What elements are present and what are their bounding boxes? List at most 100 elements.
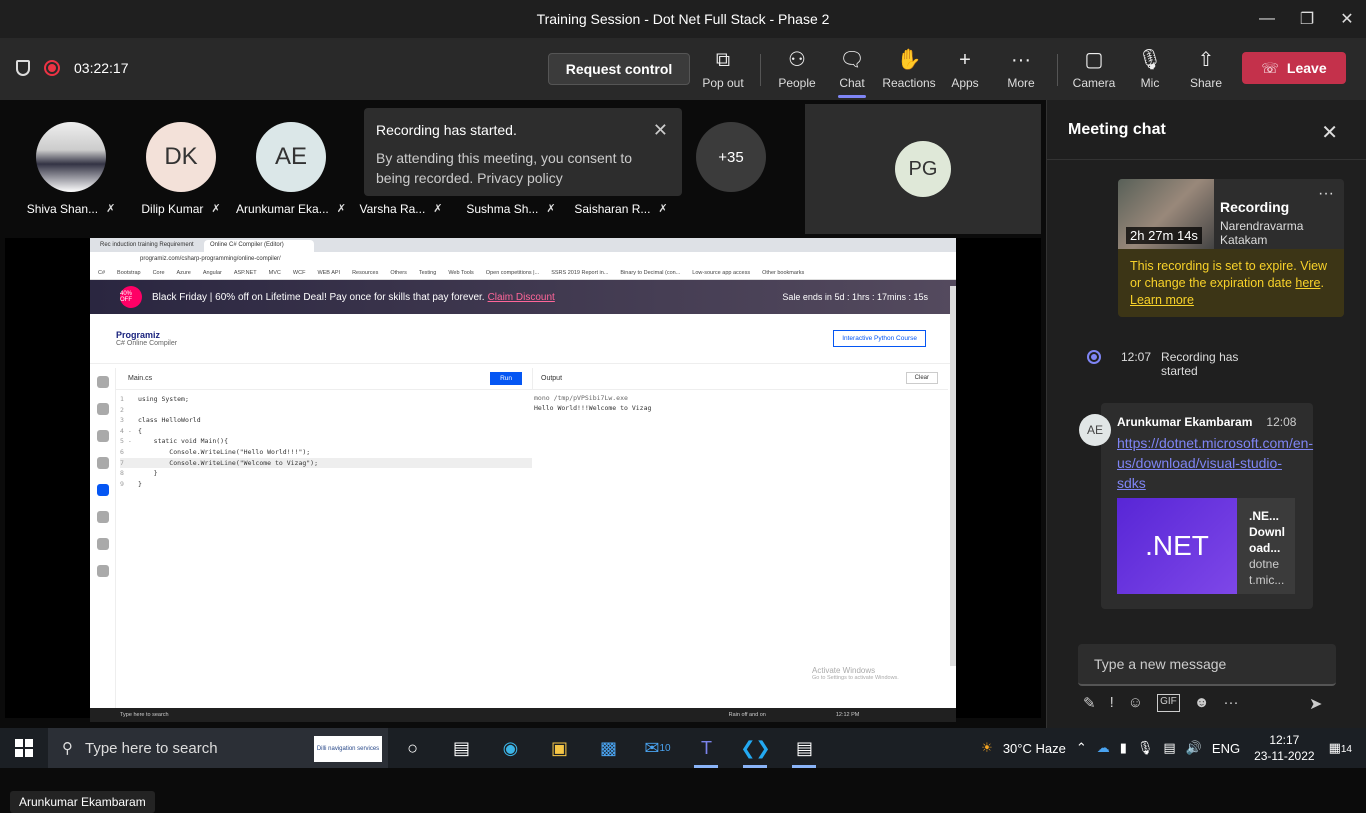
- participant-tile[interactable]: Varsha Ra... ✗: [346, 202, 456, 216]
- clock[interactable]: 12:17 23-11-2022: [1254, 732, 1315, 764]
- bookmark: ASP.NET: [233, 269, 257, 276]
- compose-toolbar: ✎ ! ☺ GIF ☻ ···: [1083, 694, 1239, 712]
- meeting-stage: Shiva Shan... ✗ DK Dilip Kumar ✗ AE Arunku…: [0, 100, 1046, 813]
- language-indicator[interactable]: ENG: [1212, 741, 1240, 756]
- participant-name: Shiva Shan...: [26, 202, 99, 216]
- language-sidebar: [90, 368, 116, 708]
- file-explorer-icon[interactable]: ▣: [535, 728, 584, 768]
- emoji-icon[interactable]: ☺: [1128, 694, 1143, 712]
- code-line: 3 class HelloWorld: [120, 415, 532, 426]
- pop-out-button[interactable]: ⧉ Pop out: [695, 48, 751, 94]
- editor-header: Main.cs Run: [116, 368, 532, 390]
- mic-muted-icon: ✗: [211, 203, 221, 215]
- output-line: Hello World!!!Welcome to Vizag: [534, 403, 652, 412]
- more-participants-button[interactable]: +35: [696, 122, 766, 192]
- send-icon[interactable]: ➤: [1309, 694, 1322, 714]
- code-text: Console.WriteLine("Hello World!!!");: [138, 447, 311, 456]
- leave-button[interactable]: ☏ Leave: [1242, 52, 1346, 84]
- volume-icon[interactable]: 🔊: [1186, 740, 1202, 756]
- participant-tile[interactable]: Sushma Sh... ✗: [456, 202, 566, 216]
- notification-count: 14: [1340, 744, 1352, 755]
- course-button: Interactive Python Course: [833, 330, 926, 347]
- share-button[interactable]: ⇧ Share: [1178, 48, 1234, 94]
- recording-toast: Recording has started. By attending this…: [364, 108, 682, 196]
- close-icon[interactable]: ✕: [1324, 0, 1366, 38]
- browser-tab: Online C# Compiler (Editor): [204, 240, 314, 252]
- expire-here-link[interactable]: here: [1295, 276, 1320, 290]
- clock-time: 12:17: [1269, 733, 1300, 747]
- network-icon[interactable]: ▤: [1163, 740, 1175, 756]
- message-input[interactable]: Type a new message: [1078, 644, 1336, 686]
- sql-icon: [96, 538, 109, 550]
- mic-muted-icon: ✗: [658, 203, 668, 215]
- java-icon: [96, 457, 109, 469]
- participant-tile[interactable]: AE Arunkumar Eka... ✗: [236, 122, 346, 216]
- more-button[interactable]: ··· More: [993, 48, 1049, 94]
- message-link[interactable]: https://dotnet.microsoft.com/en-us/downl…: [1117, 433, 1313, 493]
- cortana-icon[interactable]: ○: [388, 728, 437, 768]
- chat-button[interactable]: 🗨 Chat: [824, 48, 880, 98]
- start-button[interactable]: [0, 728, 48, 768]
- mic-button[interactable]: 🎙 Mic: [1122, 48, 1178, 94]
- reactions-button[interactable]: ✋ Reactions: [880, 48, 938, 94]
- close-icon[interactable]: ✕: [1321, 120, 1338, 145]
- vscode-icon[interactable]: ❮❯: [731, 728, 780, 768]
- learn-more-link[interactable]: Learn more: [1130, 293, 1194, 307]
- code-line: 9}: [120, 479, 532, 490]
- code-text: }: [138, 479, 142, 488]
- bookmark: Binary to Decimal (con...: [620, 269, 681, 276]
- battery-icon[interactable]: ▮: [1120, 740, 1127, 756]
- important-icon[interactable]: !: [1110, 694, 1114, 712]
- discount-badge: 40% OFF: [120, 286, 142, 308]
- participant-tile[interactable]: DK Dilip Kumar ✗: [126, 122, 236, 216]
- teams-icon[interactable]: T: [682, 728, 731, 768]
- line-number: 5 -: [120, 437, 132, 446]
- sale-timer: Sale ends in 5d : 1hrs : 17mins : 15s: [782, 292, 928, 302]
- weather-text[interactable]: 30°C Haze: [1003, 741, 1066, 756]
- recording-card[interactable]: 2h 27m 14s Recording Narendravarma Katak…: [1118, 179, 1344, 317]
- camera-off-icon: ▢: [1084, 49, 1104, 71]
- participant-tile[interactable]: Saisharan R... ✗: [566, 202, 676, 216]
- task-view-icon[interactable]: ▤: [437, 728, 486, 768]
- participant-video-tile[interactable]: PG: [805, 104, 1041, 234]
- code-line: 7 Console.WriteLine("Welcome to Vizag");: [120, 457, 532, 469]
- sticker-icon[interactable]: ☻: [1194, 694, 1210, 712]
- weather-icon: ☀: [981, 740, 993, 755]
- taskbar-search[interactable]: ⚲ Type here to search Dilli navigation s…: [48, 728, 388, 768]
- avatar: DK: [146, 122, 216, 192]
- participant-name: Saisharan R...: [574, 202, 651, 216]
- request-control-button[interactable]: Request control: [548, 53, 690, 85]
- mail-icon[interactable]: ✉ 10: [633, 728, 682, 768]
- notification-icon[interactable]: ▦14: [1329, 740, 1352, 756]
- edge-icon[interactable]: ◉: [486, 728, 535, 768]
- windows-taskbar: ⚲ Type here to search Dilli navigation s…: [0, 728, 1366, 768]
- run-button: Run: [490, 372, 522, 385]
- people-button[interactable]: ⚇ People: [769, 48, 825, 94]
- site-header: Programiz C# Online Compiler Interactive…: [90, 314, 956, 364]
- system-tray: ☀ 30°C Haze ⌃ ☁ ▮ 🎙 ▤ 🔊 ENG 12:17 23-11-…: [981, 728, 1366, 768]
- chevron-up-icon[interactable]: ⌃: [1076, 740, 1087, 756]
- avatar: AE: [256, 122, 326, 192]
- more-icon[interactable]: ···: [1318, 185, 1334, 203]
- chat-label: Chat: [839, 76, 865, 90]
- apps-button[interactable]: + Apps: [937, 48, 993, 94]
- search-placeholder: Type here to search: [85, 739, 218, 757]
- close-icon[interactable]: ✕: [653, 120, 668, 141]
- microphone-icon[interactable]: 🎙: [1137, 740, 1154, 756]
- onedrive-icon[interactable]: ☁: [1097, 740, 1110, 756]
- more-icon[interactable]: ···: [1224, 694, 1239, 712]
- link-preview[interactable]: .NET .NE... Downl oad... dotne t.mic...: [1117, 498, 1295, 594]
- html-icon: [96, 565, 109, 577]
- remote-desktop-icon[interactable]: ▤: [780, 728, 829, 768]
- store-icon[interactable]: ▩: [584, 728, 633, 768]
- format-icon[interactable]: ✎: [1083, 694, 1096, 712]
- code-line: 5 - static void Main(){: [120, 436, 532, 447]
- camera-button[interactable]: ▢ Camera: [1066, 48, 1122, 94]
- recording-owner: Narendravarma Katakam: [1220, 219, 1304, 247]
- participant-tile[interactable]: Shiva Shan... ✗: [16, 122, 126, 216]
- output-label: Output: [541, 375, 563, 382]
- recording-thumbnail[interactable]: 2h 27m 14s: [1118, 179, 1214, 249]
- bookmark: WEB API: [317, 269, 341, 276]
- dotnet-logo: .NET: [1117, 498, 1237, 594]
- gif-icon[interactable]: GIF: [1157, 694, 1180, 712]
